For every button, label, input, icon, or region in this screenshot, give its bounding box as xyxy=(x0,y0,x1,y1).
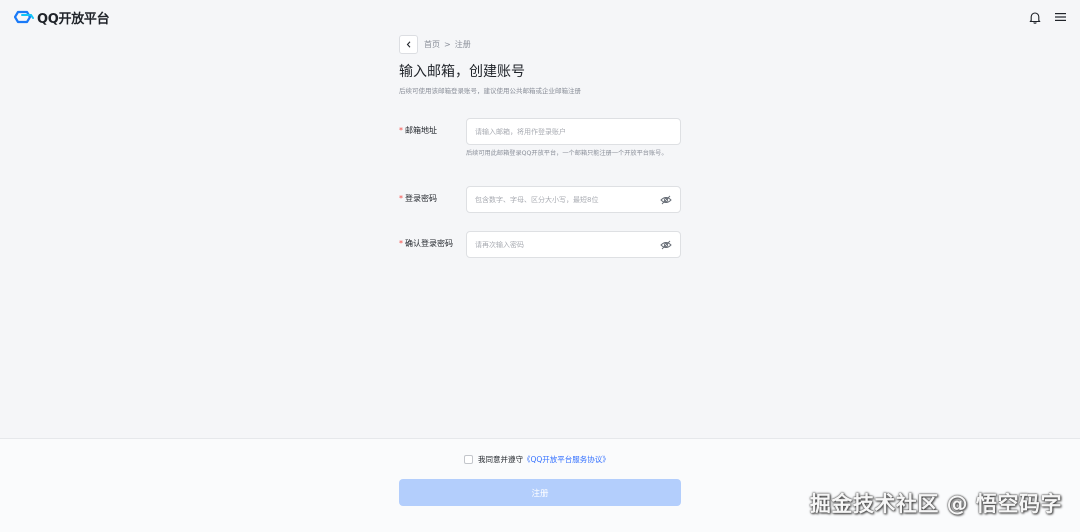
email-label: * 邮箱地址 xyxy=(399,126,437,136)
page-title: 输入邮箱，创建账号 xyxy=(399,64,525,80)
eye-off-icon[interactable] xyxy=(660,239,672,251)
chevron-left-icon xyxy=(406,40,410,48)
password-label-text: 登录密码 xyxy=(405,194,437,203)
register-form: 首页 > 注册 输入邮箱，创建账号 后续可使用该邮箱登录账号，建议使用公共邮箱或… xyxy=(399,34,681,258)
menu-icon[interactable] xyxy=(1055,12,1066,22)
watermark: 掘金技术社区 @ 悟空码字 xyxy=(809,492,1062,516)
brand-logo[interactable]: QQ开放平台 xyxy=(14,8,110,27)
required-mark: * xyxy=(399,239,403,248)
password-input[interactable] xyxy=(475,195,660,204)
agreement-text: 我同意并遵守 xyxy=(478,455,523,464)
confirm-password-input[interactable] xyxy=(475,240,660,249)
page-subtitle: 后续可使用该邮箱登录账号，建议使用公共邮箱或企业邮箱注册 xyxy=(399,87,581,95)
agreement-checkbox[interactable] xyxy=(464,455,473,464)
eye-off-icon[interactable] xyxy=(660,194,672,206)
breadcrumb-separator: > xyxy=(444,39,451,49)
agreement-row: 我同意并遵守 《QQ开放平台服务协议》 xyxy=(464,454,610,465)
bell-icon[interactable] xyxy=(1029,11,1041,24)
email-input[interactable] xyxy=(475,127,672,136)
qq-open-platform-logo-icon xyxy=(14,10,34,24)
required-mark: * xyxy=(399,126,403,135)
breadcrumb-home[interactable]: 首页 xyxy=(424,39,440,50)
confirm-password-label: * 确认登录密码 xyxy=(399,239,453,249)
top-bar: QQ开放平台 xyxy=(0,0,1080,34)
breadcrumb: 首页 > 注册 xyxy=(399,34,681,54)
password-input-box[interactable] xyxy=(466,186,681,213)
email-hint: 后续可用此邮箱登录QQ开放平台，一个邮箱只能注册一个开放平台账号。 xyxy=(466,150,668,157)
breadcrumb-current: 注册 xyxy=(454,39,471,49)
back-button[interactable] xyxy=(399,34,418,54)
email-label-text: 邮箱地址 xyxy=(405,126,437,135)
email-input-box[interactable] xyxy=(466,118,681,145)
password-label: * 登录密码 xyxy=(399,194,437,204)
required-mark: * xyxy=(399,194,403,203)
brand-name: QQ开放平台 xyxy=(37,11,110,27)
confirm-password-label-text: 确认登录密码 xyxy=(405,239,453,248)
confirm-password-input-box[interactable] xyxy=(466,231,681,258)
top-actions xyxy=(1029,11,1066,24)
register-button[interactable]: 注册 xyxy=(399,479,681,506)
agreement-link[interactable]: 《QQ开放平台服务协议》 xyxy=(523,454,610,465)
